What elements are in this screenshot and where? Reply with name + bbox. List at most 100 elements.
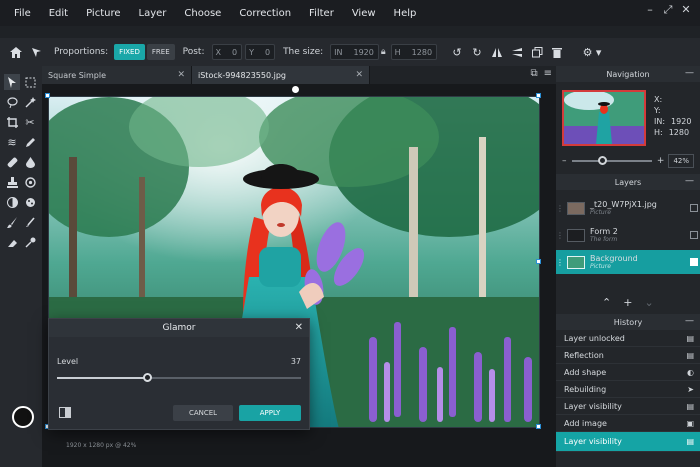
menu-file[interactable]: File bbox=[14, 8, 31, 19]
drag-handle-icon[interactable]: ⋮ bbox=[556, 231, 564, 240]
eyedropper-icon[interactable] bbox=[22, 234, 38, 250]
close-icon[interactable]: ✕ bbox=[295, 322, 303, 333]
magic-wand-icon[interactable] bbox=[22, 94, 38, 110]
move-tool-icon[interactable] bbox=[4, 74, 20, 90]
blur-tool-icon[interactable] bbox=[22, 174, 38, 190]
menu-picture[interactable]: Picture bbox=[86, 8, 120, 19]
move-layer-down-icon[interactable]: ⌄ bbox=[644, 296, 653, 309]
arrange-windows-icon[interactable]: ⧉ bbox=[530, 68, 537, 79]
primary-color-swatch[interactable] bbox=[12, 406, 34, 428]
history-label: Reflection bbox=[564, 350, 604, 360]
collapse-icon[interactable]: — bbox=[685, 176, 694, 186]
height-field[interactable]: H 1280 bbox=[390, 44, 438, 60]
menu-correction[interactable]: Correction bbox=[239, 8, 291, 19]
drag-handle-icon[interactable]: ⋮ bbox=[556, 258, 564, 267]
layer-visibility-checkbox[interactable] bbox=[690, 258, 698, 266]
menu-icon[interactable]: ≡ bbox=[544, 68, 552, 79]
resize-handle[interactable] bbox=[536, 93, 541, 98]
drag-handle-icon[interactable]: ⋮ bbox=[556, 204, 564, 213]
smudge-tool-icon[interactable] bbox=[22, 214, 38, 230]
zoom-in-icon[interactable]: + bbox=[657, 156, 665, 166]
resize-handle[interactable] bbox=[536, 424, 541, 429]
collapse-icon[interactable]: — bbox=[685, 316, 694, 326]
zoom-out-icon[interactable]: – bbox=[562, 156, 567, 166]
history-item[interactable]: Add image ▣ bbox=[556, 415, 700, 432]
layer-row-selected[interactable]: ⋮ Background Picture bbox=[556, 250, 700, 274]
resize-handle[interactable] bbox=[45, 93, 50, 98]
menu-view[interactable]: View bbox=[352, 8, 376, 19]
resize-handle[interactable] bbox=[536, 259, 541, 264]
sponge-tool-icon[interactable] bbox=[22, 194, 38, 210]
stamp-tool-icon[interactable] bbox=[4, 174, 20, 190]
bandage-tool-icon[interactable] bbox=[4, 154, 20, 170]
free-button[interactable]: FREE bbox=[146, 44, 175, 60]
add-layer-icon[interactable]: + bbox=[623, 296, 632, 309]
fullscreen-icon[interactable]: ⤢ bbox=[662, 4, 674, 16]
menu-help[interactable]: Help bbox=[394, 8, 417, 19]
close-tab-icon[interactable]: ✕ bbox=[355, 70, 363, 80]
scissors-icon[interactable]: ✂ bbox=[22, 114, 38, 130]
eraser-icon[interactable] bbox=[4, 234, 20, 250]
rotation-handle[interactable] bbox=[292, 86, 299, 93]
menu-filter[interactable]: Filter bbox=[309, 8, 334, 19]
close-tab-icon[interactable]: ✕ bbox=[177, 70, 185, 80]
lock-icon[interactable]: 🔒︎ bbox=[381, 47, 386, 57]
history-item[interactable]: Reflection ▤ bbox=[556, 347, 700, 364]
menu-choose[interactable]: Choose bbox=[184, 8, 221, 19]
minimize-icon[interactable]: – bbox=[644, 4, 656, 16]
right-panel: Navigation — X: Y: IN: 1920 H: 1280 – + 42… bbox=[556, 66, 700, 467]
width-field[interactable]: IN 1920 bbox=[330, 44, 379, 60]
zoom-slider[interactable] bbox=[571, 156, 652, 165]
home-icon[interactable] bbox=[6, 42, 26, 62]
post-y-field[interactable]: Y 0 bbox=[245, 44, 276, 60]
pointer-icon[interactable] bbox=[26, 42, 46, 62]
navigation-title: Navigation bbox=[606, 69, 650, 79]
trash-icon[interactable] bbox=[547, 42, 567, 62]
layer-row[interactable]: ⋮ Form 2 The form bbox=[556, 223, 700, 247]
duplicate-icon[interactable] bbox=[527, 42, 547, 62]
marquee-tool-icon[interactable] bbox=[22, 74, 38, 90]
nav-x-label: X: bbox=[654, 95, 663, 104]
move-layer-up-icon[interactable]: ⌃ bbox=[602, 296, 611, 309]
crop-tool-icon[interactable] bbox=[4, 114, 20, 130]
zoom-thumb[interactable] bbox=[597, 156, 607, 165]
tab-istock-image[interactable]: iStock-994823550.jpg ✕ bbox=[192, 66, 370, 84]
menu-layer[interactable]: Layer bbox=[139, 8, 167, 19]
post-x-field[interactable]: X 0 bbox=[211, 44, 243, 60]
compare-icon[interactable] bbox=[59, 407, 71, 421]
pencil-icon[interactable] bbox=[22, 134, 38, 150]
layers-icon: ▤ bbox=[686, 401, 694, 411]
level-slider[interactable] bbox=[57, 373, 301, 382]
history-item[interactable]: Layer visibility ▤ bbox=[556, 398, 700, 415]
layer-visibility-checkbox[interactable] bbox=[690, 204, 698, 212]
menu-edit[interactable]: Edit bbox=[49, 8, 68, 19]
layers-icon: ▤ bbox=[686, 350, 694, 360]
history-item[interactable]: Layer unlocked ▤ bbox=[556, 330, 700, 347]
drop-tool-icon[interactable] bbox=[22, 154, 38, 170]
layer-visibility-checkbox[interactable] bbox=[690, 231, 698, 239]
zoom-value[interactable]: 42% bbox=[668, 154, 694, 168]
tab-square-simple[interactable]: Square Simple ✕ bbox=[42, 66, 192, 84]
brush-icon[interactable] bbox=[4, 214, 20, 230]
history-item[interactable]: Rebuilding ➤ bbox=[556, 381, 700, 398]
history-item-selected[interactable]: Layer visibility ▤ bbox=[556, 432, 700, 452]
settings-gear-icon[interactable]: ⚙ ▾ bbox=[579, 42, 605, 62]
cancel-button[interactable]: CANCEL bbox=[173, 405, 233, 421]
history-item[interactable]: Add shape ◐ bbox=[556, 364, 700, 381]
lasso-tool-icon[interactable] bbox=[4, 94, 20, 110]
liquify-tool-icon[interactable]: ≋ bbox=[4, 134, 20, 150]
zoom-row: – + 42% bbox=[562, 154, 694, 168]
flip-vertical-icon[interactable] bbox=[507, 42, 527, 62]
canvas-area[interactable]: 1920 x 1280 px @ 42% Glamor ✕ Level 37 C… bbox=[42, 84, 556, 467]
collapse-icon[interactable]: — bbox=[685, 68, 694, 78]
rotate-left-icon[interactable]: ↺ bbox=[447, 42, 467, 62]
navigation-thumbnail[interactable] bbox=[562, 90, 646, 146]
rotate-right-icon[interactable]: ↻ bbox=[467, 42, 487, 62]
close-window-icon[interactable]: ✕ bbox=[680, 4, 692, 16]
dodge-tool-icon[interactable] bbox=[4, 194, 20, 210]
fixed-button[interactable]: FIXED bbox=[114, 44, 145, 60]
flip-horizontal-icon[interactable] bbox=[487, 42, 507, 62]
slider-thumb[interactable] bbox=[143, 373, 153, 382]
layer-row[interactable]: ⋮ _t20_W7PjX1.jpg Picture bbox=[556, 196, 700, 220]
apply-button[interactable]: APPLY bbox=[239, 405, 301, 421]
